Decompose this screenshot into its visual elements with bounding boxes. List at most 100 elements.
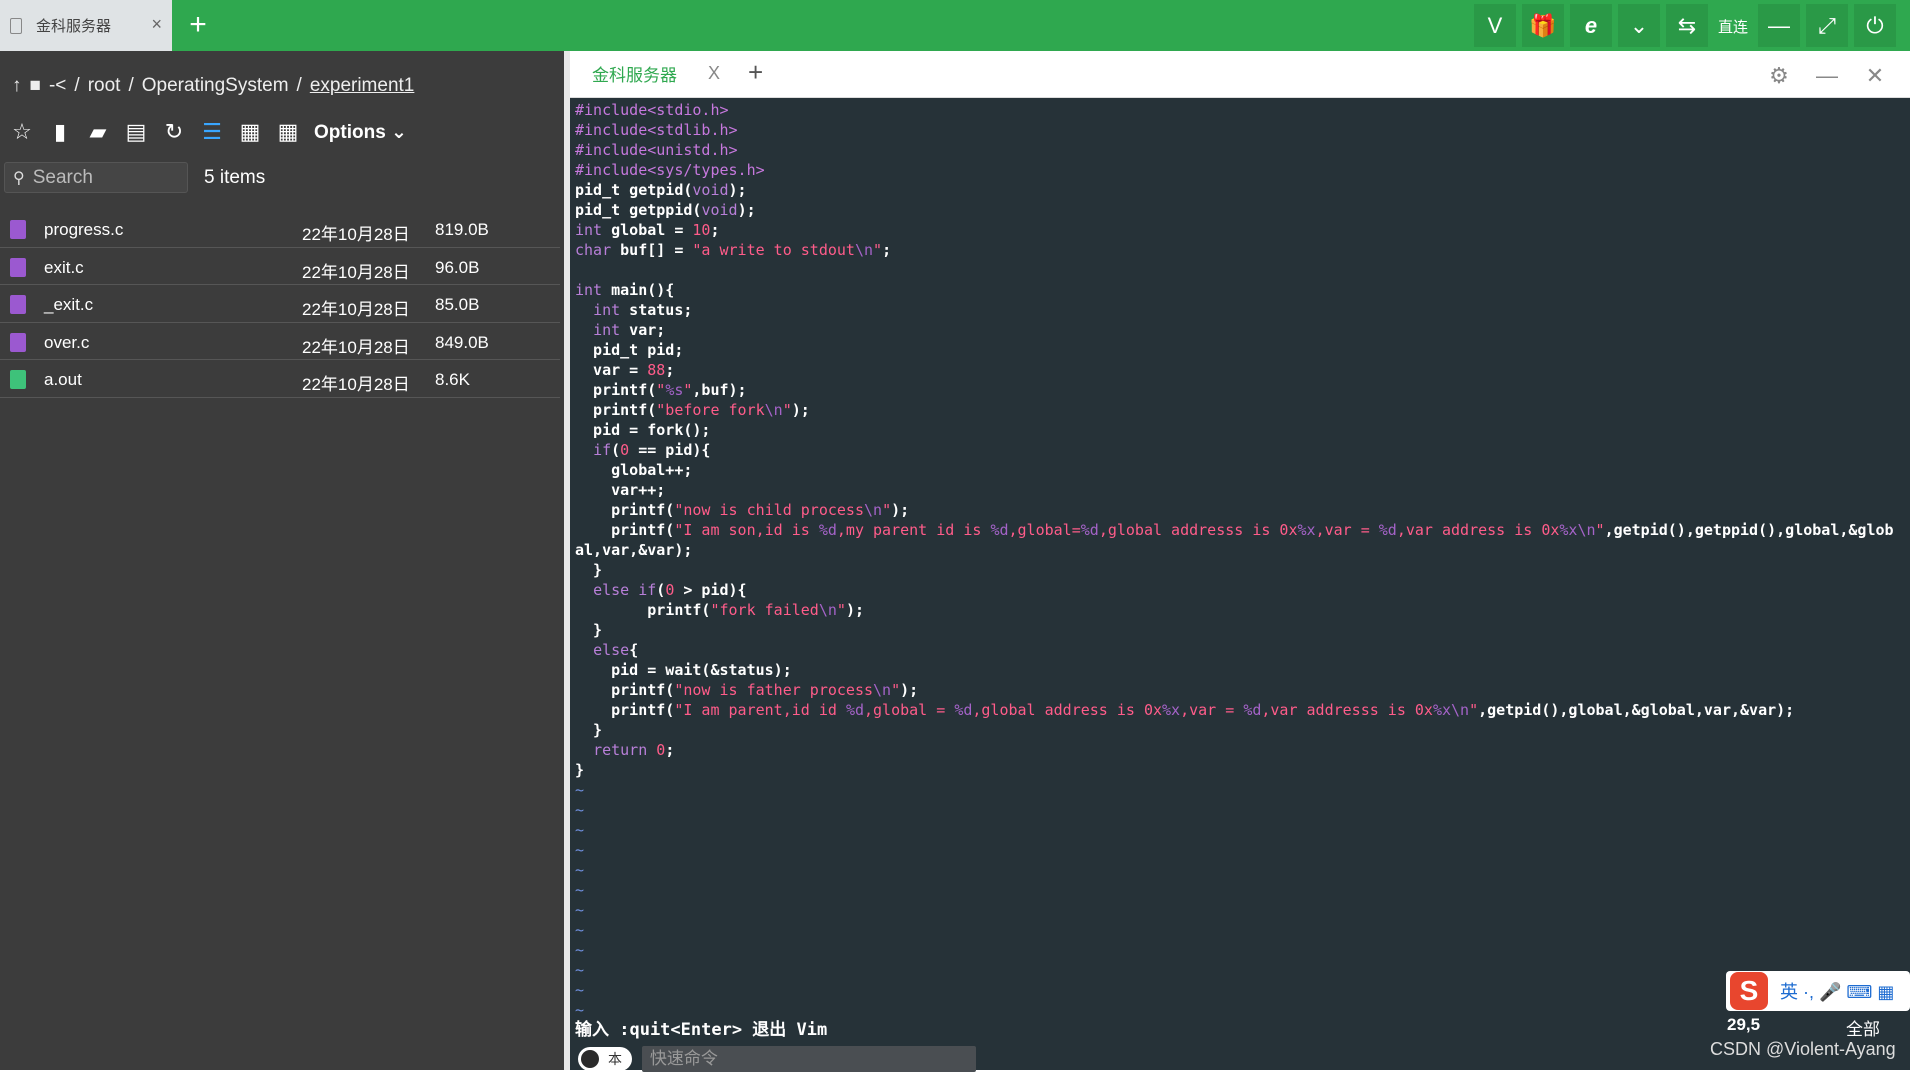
code-token: %d: [954, 701, 973, 719]
vim-status-line: 输入 :quit<Enter> 退出 Vim: [575, 1020, 828, 1040]
code-line: global++;: [575, 460, 1894, 480]
fullscreen-icon[interactable]: ⤢: [1806, 4, 1848, 47]
file-row[interactable]: exit.c 22年10月28日 96.0B: [0, 248, 560, 285]
up-arrow-icon[interactable]: ↑: [12, 75, 22, 97]
file-row[interactable]: over.c 22年10月28日 849.0B: [0, 323, 560, 360]
code-token: );: [845, 601, 864, 619]
grid-view-icon[interactable]: ▦: [274, 118, 302, 146]
breadcrumb-root[interactable]: root: [88, 75, 121, 97]
code-line: int global = 10;: [575, 220, 1894, 240]
file-name: _exit.c: [44, 295, 94, 314]
file-date: 22年10月28日: [302, 262, 410, 282]
code-token: printf(: [575, 601, 711, 619]
code-token: 10: [692, 221, 711, 239]
power-icon[interactable]: ⏻: [1854, 4, 1896, 47]
code-line: ~: [575, 780, 1894, 800]
browser-top-bar: 金科服务器 × + V 🎁 e ⌄ ⇆ 直连 — ⤢ ⏻: [0, 0, 1910, 51]
file-manager-panel: ↑ ■ -< / root / OperatingSystem / experi…: [0, 51, 570, 1070]
file-size: 819.0B: [435, 220, 489, 239]
options-dropdown[interactable]: Options ⌄: [314, 121, 407, 144]
code-token: ~: [575, 961, 585, 979]
code-token: #include<sys/types.h>: [575, 161, 765, 179]
code-line: printf("now is child process\n");: [575, 500, 1894, 520]
search-input[interactable]: [32, 166, 173, 189]
terminal-tab[interactable]: 金科服务器 X: [570, 51, 730, 98]
file-toolbar: ☆ ▮ ▰ ▤ ↻ ☰ ▦ ▦ Options ⌄: [8, 117, 407, 147]
list-view-icon[interactable]: ☰: [198, 118, 226, 146]
code-token: ,var =: [1315, 521, 1379, 539]
close-terminal-tab-button[interactable]: X: [708, 63, 720, 84]
code-token: #include<stdlib.h>: [575, 121, 738, 139]
breadcrumb-operatingsystem[interactable]: OperatingSystem: [142, 75, 289, 97]
code-line: pid = fork();: [575, 420, 1894, 440]
code-line: printf("I am parent,id id %d,global = %d…: [575, 700, 1894, 720]
code-file-icon: [10, 257, 26, 277]
minimize-icon[interactable]: —: [1812, 61, 1842, 91]
code-line: int main(){: [575, 280, 1894, 300]
file-row[interactable]: progress.c 22年10月28日 819.0B: [0, 210, 560, 248]
code-line: ~: [575, 860, 1894, 880]
code-token: "I am son,id is: [674, 521, 819, 539]
code-line: }: [575, 760, 1894, 780]
file-row[interactable]: _exit.c 22年10月28日 85.0B: [0, 285, 560, 323]
code-line: pid = wait(&status);: [575, 660, 1894, 680]
direct-connect-label[interactable]: 直连: [1718, 4, 1748, 47]
code-line: if(0 == pid){: [575, 440, 1894, 460]
file-size: 96.0B: [435, 257, 480, 277]
detail-view-icon[interactable]: ▦: [236, 118, 264, 146]
code-token: ;: [882, 241, 892, 259]
sogou-logo-icon[interactable]: S: [1730, 972, 1768, 1010]
code-token: > pid){: [674, 581, 747, 599]
ime-toolbar[interactable]: S 英 ·, 🎤 ⌨ ▦: [1726, 971, 1910, 1011]
bookmark-icon[interactable]: ▮: [46, 118, 74, 146]
new-folder-icon[interactable]: ▰: [84, 118, 112, 146]
minimize-icon[interactable]: —: [1758, 4, 1800, 47]
code-token: }: [575, 721, 603, 739]
browser-tab[interactable]: 金科服务器 ×: [0, 0, 172, 51]
gift-icon[interactable]: 🎁: [1522, 4, 1564, 47]
ie-icon[interactable]: e: [1570, 4, 1612, 47]
code-line: var++;: [575, 480, 1894, 500]
new-file-icon[interactable]: ▤: [122, 118, 150, 146]
chevron-down-icon[interactable]: ⌄: [1618, 4, 1660, 47]
code-token: ~: [575, 861, 585, 879]
file-row[interactable]: a.out 22年10月28日 8.6K: [0, 360, 560, 398]
close-icon[interactable]: ✕: [1860, 61, 1890, 91]
new-tab-button[interactable]: +: [178, 6, 218, 46]
star-icon[interactable]: ☆: [8, 118, 36, 146]
code-token: ~: [575, 821, 585, 839]
breadcrumb-current[interactable]: experiment1: [310, 75, 415, 97]
code-line: else{: [575, 640, 1894, 660]
scroll-scope: 全部: [1846, 1020, 1880, 1039]
code-token: %x: [1162, 701, 1181, 719]
code-token: printf(: [575, 401, 657, 419]
toggle-knob: [581, 1050, 599, 1068]
ime-mode-label[interactable]: 英 ·, 🎤 ⌨ ▦: [1780, 978, 1894, 1004]
new-terminal-tab-button[interactable]: +: [748, 57, 763, 88]
code-token: \n: [854, 241, 874, 259]
code-line: printf("%s",buf);: [575, 380, 1894, 400]
code-token: ;: [710, 221, 720, 239]
code-token: ,buf);: [692, 381, 747, 399]
quick-command-input[interactable]: [641, 1046, 976, 1072]
code-token: %d: [818, 521, 837, 539]
code-token: ~: [575, 921, 585, 939]
vip-icon[interactable]: V: [1474, 4, 1516, 47]
code-line: #include<unistd.h>: [575, 140, 1894, 160]
search-box[interactable]: ⚲: [4, 162, 188, 193]
code-line: ~: [575, 840, 1894, 860]
code-line: }: [575, 720, 1894, 740]
code-token: pid_t getpid(: [575, 181, 693, 199]
close-tab-button[interactable]: ×: [151, 14, 162, 35]
file-date: 22年10月28日: [302, 300, 410, 319]
local-toggle[interactable]: 本: [578, 1047, 632, 1071]
folder-icon[interactable]: ■: [30, 75, 41, 97]
vim-editor[interactable]: #include<stdio.h> #include<stdlib.h> #incl…: [575, 100, 1894, 1020]
settings-icon[interactable]: ⚙: [1764, 61, 1794, 91]
breadcrumb-root-marker[interactable]: -<: [49, 75, 66, 97]
code-token: pid_t pid;: [575, 341, 684, 359]
refresh-icon[interactable]: ↻: [160, 118, 188, 146]
breadcrumb: ↑ ■ -< / root / OperatingSystem / experi…: [12, 71, 422, 101]
switch-icon[interactable]: ⇆: [1666, 4, 1708, 47]
